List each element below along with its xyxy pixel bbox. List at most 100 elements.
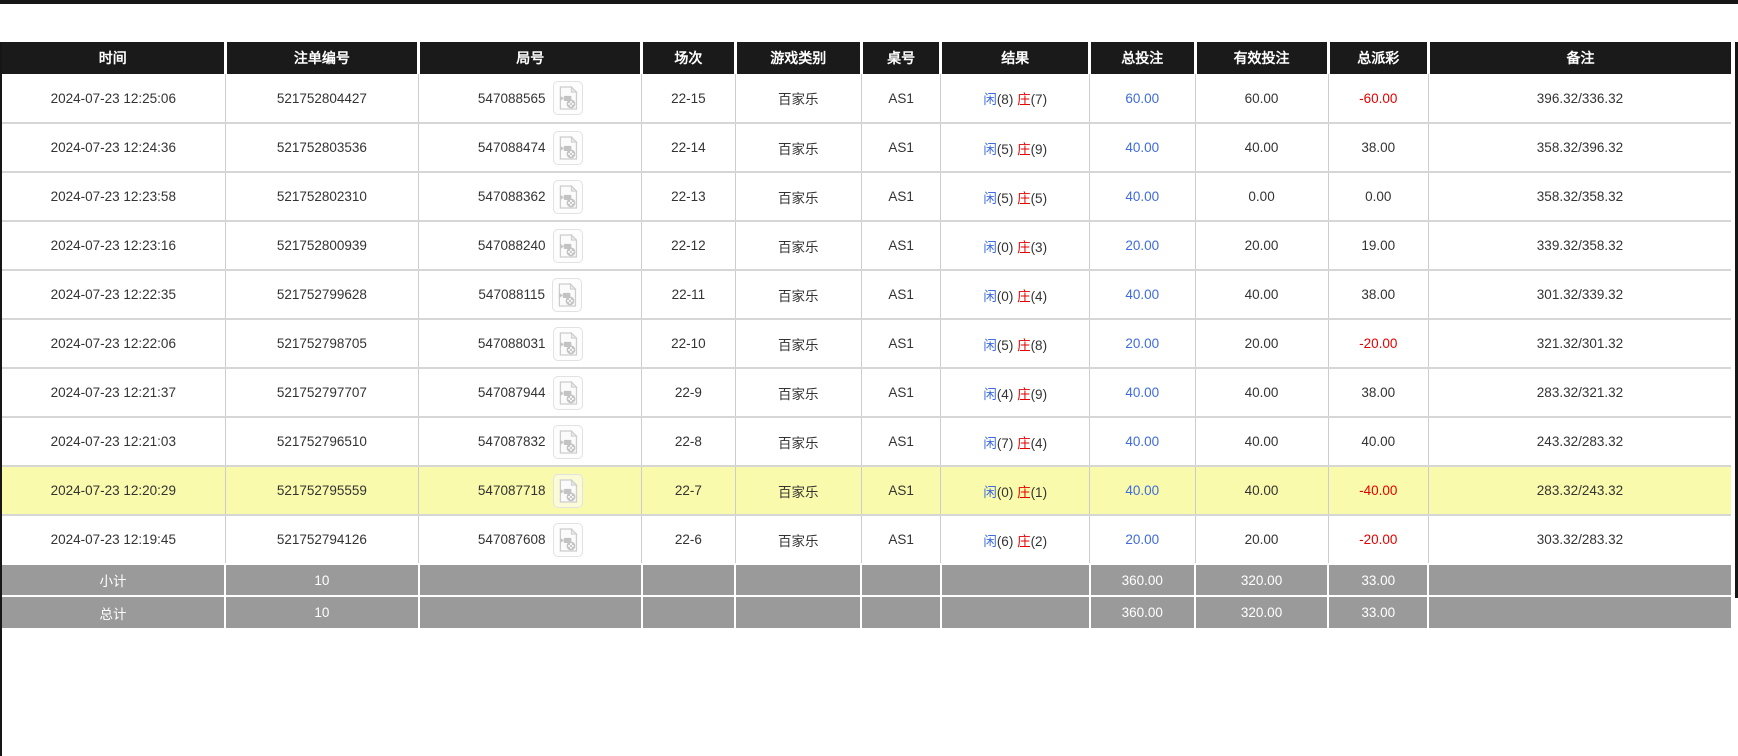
bet-no-cell: 521752797707 [225,368,419,417]
result-cell: 闲(7) 庄(4) [941,417,1090,466]
session-cell: 22-7 [642,466,735,515]
table-no-cell: AS1 [861,172,941,221]
result-cell: 闲(8) 庄(7) [941,74,1090,123]
video-document-icon [557,527,579,553]
round-video-button[interactable] [553,131,583,165]
round-video-button[interactable] [553,180,583,214]
remark-cell: 396.32/336.32 [1428,74,1731,123]
summary-payout-cell: 33.00 [1328,564,1428,596]
table-no-cell: AS1 [861,466,941,515]
summary-empty-cell [735,564,861,596]
round-no-value: 547087718 [478,483,546,498]
valid-bet-cell: 40.00 [1195,368,1328,417]
video-document-icon [557,380,579,406]
round-no-cell: 547087832 [419,417,642,466]
table-row[interactable]: 2024-07-23 12:23:58521752802310547088362… [2,172,1731,221]
summary-empty-cell [941,596,1090,628]
round-no-wrap: 547087718 [478,474,583,508]
game-type-cell: 百家乐 [735,270,861,319]
round-video-button[interactable] [553,425,583,459]
bet-no-cell: 521752800939 [225,221,419,270]
subtotal-row: 小计10360.00320.0033.00 [2,564,1731,596]
result-cell: 闲(0) 庄(4) [941,270,1090,319]
round-video-button[interactable] [553,229,583,263]
payout-cell: 38.00 [1328,270,1428,319]
table-row[interactable]: 2024-07-23 12:19:45521752794126547087608… [2,515,1731,564]
result-player-score: (4) [997,387,1017,402]
result-banker-score: (8) [1031,338,1048,353]
session-cell: 22-11 [642,270,735,319]
video-document-icon [557,429,579,455]
result-banker-label: 庄 [1017,485,1031,500]
bet-no-cell: 521752795559 [225,466,419,515]
result-player-score: (8) [997,92,1017,107]
video-document-icon [557,478,579,504]
table-row[interactable]: 2024-07-23 12:21:37521752797707547087944… [2,368,1731,417]
game-type-cell: 百家乐 [735,368,861,417]
table-row[interactable]: 2024-07-23 12:20:29521752795559 547087718… [2,466,1731,515]
remark-cell: 243.32/283.32 [1428,417,1731,466]
time-cell: 2024-07-23 12:23:58 [2,172,225,221]
round-video-button[interactable] [553,327,583,361]
table-row[interactable]: 2024-07-23 12:23:16521752800939 547088240… [2,221,1731,270]
payout-cell: 19.00 [1328,221,1428,270]
round-no-value: 547087944 [478,385,546,400]
time-cell: 2024-07-23 12:23:16 [2,221,225,270]
time-cell: 2024-07-23 12:22:35 [2,270,225,319]
round-no-wrap: 547088565 [478,81,583,115]
result-player-label: 闲 [983,485,997,500]
bet-no-cell: 521752802310 [225,172,419,221]
table-row[interactable]: 2024-07-23 12:24:36521752803536547088474… [2,123,1731,172]
table-no-cell: AS1 [861,123,941,172]
result-banker-label: 庄 [1017,92,1031,107]
table-row[interactable]: 2024-07-23 12:25:06521752804427547088565… [2,74,1731,123]
result-player-score: (0) [997,289,1017,304]
session-cell: 22-13 [642,172,735,221]
round-video-button[interactable] [552,278,582,312]
result-banker-score: (9) [1031,142,1048,157]
result-player-label: 闲 [983,240,997,255]
summary-empty-cell [419,596,642,628]
remark-cell: 283.32/243.32 [1428,466,1731,515]
summary-empty-cell [419,564,642,596]
col-header-remark: 备注 [1428,42,1731,74]
video-document-icon [557,233,579,259]
payout-cell: 0.00 [1328,172,1428,221]
round-video-button[interactable] [553,523,583,557]
remark-cell: 321.32/301.32 [1428,319,1731,368]
table-row[interactable]: 2024-07-23 12:22:35521752799628547088115… [2,270,1731,319]
valid-bet-cell: 40.00 [1195,270,1328,319]
summary-empty-cell [861,564,941,596]
col-header-game-type: 游戏类别 [735,42,861,74]
payout-cell: 38.00 [1328,368,1428,417]
result-banker-label: 庄 [1017,289,1031,304]
result-player-score: (7) [997,436,1017,451]
table-row[interactable]: 2024-07-23 12:22:06521752798705547088031… [2,319,1731,368]
round-video-button[interactable] [553,474,583,508]
round-no-value: 547088565 [478,91,546,106]
col-header-bet-no: 注单编号 [225,42,419,74]
result-cell: 闲(0) 庄(1) [941,466,1090,515]
summary-empty-cell [1428,596,1731,628]
result-banker-label: 庄 [1017,338,1031,353]
game-type-cell: 百家乐 [735,466,861,515]
time-cell: 2024-07-23 12:20:29 [2,466,225,515]
payout-cell: -20.00 [1328,319,1428,368]
round-no-value: 547088240 [478,238,546,253]
round-no-wrap: 547088240 [478,229,583,263]
table-row[interactable]: 2024-07-23 12:21:03521752796510547087832… [2,417,1731,466]
bet-no-cell: 521752796510 [225,417,419,466]
col-header-result: 结果 [941,42,1090,74]
payout-cell: -60.00 [1328,74,1428,123]
valid-bet-cell: 40.00 [1195,123,1328,172]
round-no-value: 547088031 [478,336,546,351]
session-cell: 22-14 [642,123,735,172]
round-video-button[interactable] [553,81,583,115]
col-header-total-bet: 总投注 [1090,42,1195,74]
result-player-score: (6) [997,534,1017,549]
total-bet-cell: 40.00 [1090,417,1195,466]
round-video-button[interactable] [553,376,583,410]
session-cell: 22-6 [642,515,735,564]
summary-empty-cell [642,596,735,628]
round-no-wrap: 547087608 [478,523,583,557]
